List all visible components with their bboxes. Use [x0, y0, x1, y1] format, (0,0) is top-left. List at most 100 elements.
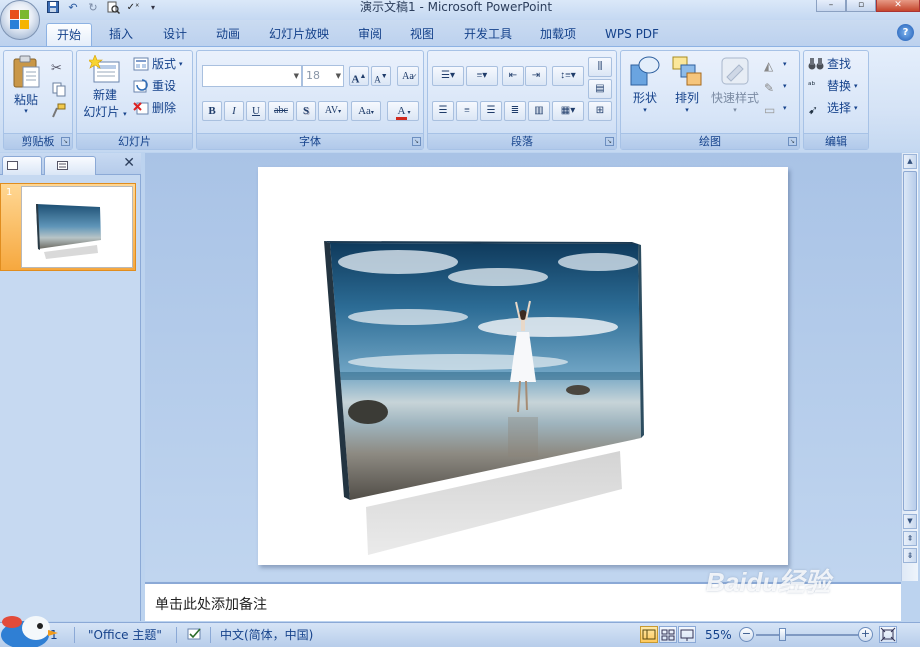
align-text-button[interactable]: ▤ — [588, 79, 612, 99]
print-preview-icon[interactable] — [106, 1, 120, 14]
tab-addins[interactable]: 加载项 — [530, 23, 586, 46]
help-icon[interactable]: ? — [897, 24, 914, 41]
shrink-font-button[interactable]: A▼ — [371, 66, 391, 86]
paragraph-launcher-icon[interactable]: ↘ — [605, 137, 614, 146]
new-slide-button[interactable]: 新建 幻灯片 ▾ — [81, 55, 129, 120]
tab-slideshow[interactable]: 幻灯片放映 — [260, 23, 338, 46]
columns-button[interactable]: ▦▾ — [552, 101, 584, 121]
align-right-button[interactable]: ☰ — [480, 101, 502, 121]
shape-fill-button[interactable]: ◭ ▾ — [764, 54, 787, 74]
slide-photo-3d[interactable] — [258, 167, 788, 565]
justify-button[interactable]: ≣ — [504, 101, 526, 121]
clipboard-launcher-icon[interactable]: ↘ — [61, 137, 70, 146]
align-center-button[interactable]: ≡ — [456, 101, 478, 121]
close-pane-icon[interactable]: ✕ — [123, 155, 135, 171]
previous-slide-icon[interactable]: ⇞ — [903, 531, 917, 546]
redo-icon[interactable]: ↻ — [86, 1, 100, 14]
font-name-dropdown-icon[interactable]: ▼ — [294, 66, 299, 86]
zoom-out-icon[interactable]: − — [739, 627, 754, 642]
office-button[interactable] — [0, 0, 40, 40]
font-size-combo[interactable]: 18 ▼ — [302, 65, 344, 87]
line-spacing-button[interactable]: ↕≡▾ — [552, 66, 584, 86]
scroll-thumb[interactable] — [903, 171, 917, 511]
find-button[interactable]: 查找 — [808, 54, 851, 74]
tab-outline[interactable] — [44, 156, 96, 175]
character-spacing-button[interactable]: AV▾ — [318, 101, 348, 121]
replace-button[interactable]: ᵃᵇ 替换 ▾ — [808, 76, 858, 96]
tab-animations[interactable]: 动画 — [206, 23, 250, 46]
slide-sorter-view-icon[interactable] — [659, 626, 677, 643]
shapes-button[interactable]: 形状 ▾ — [625, 55, 665, 114]
tab-developer[interactable]: 开发工具 — [454, 23, 522, 46]
zoom-level[interactable]: 55% — [705, 627, 732, 643]
smartart-button[interactable]: ⊞ — [588, 101, 612, 121]
save-icon[interactable] — [46, 1, 60, 14]
align-left-button[interactable]: ☰ — [432, 101, 454, 121]
cut-button[interactable]: ✂ — [51, 57, 67, 77]
increase-indent-button[interactable]: ⇥ — [525, 66, 547, 86]
spelling-icon[interactable]: ✓ˣ — [126, 1, 140, 14]
tab-view[interactable]: 视图 — [400, 23, 444, 46]
customize-qat-icon[interactable]: ▾ — [146, 1, 160, 14]
tab-home[interactable]: 开始 — [46, 23, 92, 46]
underline-button[interactable]: U — [246, 101, 266, 121]
maximize-button[interactable]: ▫ — [846, 0, 876, 12]
numbering-button[interactable]: ≡▾ — [466, 66, 498, 86]
strikethrough-button[interactable]: abc — [268, 101, 294, 121]
paste-button[interactable]: 粘贴 ▾ — [6, 55, 46, 115]
copy-button[interactable] — [51, 79, 67, 99]
shadow-button[interactable]: S — [296, 101, 316, 121]
bold-button[interactable]: B — [202, 101, 222, 121]
slide-thumbnail-selected[interactable]: 1 — [0, 183, 136, 271]
minimize-button[interactable]: – — [816, 0, 846, 12]
close-button[interactable]: ✕ — [876, 0, 920, 12]
delete-slide-button[interactable]: 删除 — [133, 98, 176, 118]
tab-wps-pdf[interactable]: WPS PDF — [596, 23, 668, 46]
fit-to-window-icon[interactable] — [879, 626, 897, 643]
distributed-button[interactable]: ▥ — [528, 101, 550, 121]
shape-effects-button[interactable]: ▭ ▾ — [764, 98, 787, 118]
tab-design[interactable]: 设计 — [152, 23, 198, 46]
scroll-up-icon[interactable]: ▲ — [903, 154, 917, 169]
vertical-scrollbar[interactable]: ▲ ▼ ⇞ ⇟ — [901, 153, 918, 581]
shape-outline-button[interactable]: ✎ ▾ — [764, 76, 787, 96]
quick-styles-button[interactable]: 快速样式 ▾ — [709, 55, 761, 114]
change-case-button[interactable]: Aa▾ — [351, 101, 381, 121]
undo-icon[interactable]: ↶ — [66, 1, 80, 14]
drawing-launcher-icon[interactable]: ↘ — [788, 137, 797, 146]
font-launcher-icon[interactable]: ↘ — [412, 137, 421, 146]
paste-icon — [13, 55, 40, 88]
current-slide[interactable] — [258, 167, 788, 565]
theme-name[interactable]: "Office 主题" — [88, 627, 162, 643]
reset-button[interactable]: 重设 — [133, 76, 176, 96]
grow-font-button[interactable]: A▲ — [349, 66, 369, 86]
spell-check-icon[interactable] — [186, 627, 204, 643]
font-name-combo[interactable]: ▼ — [202, 65, 302, 87]
italic-button[interactable]: I — [224, 101, 244, 121]
scroll-down-icon[interactable]: ▼ — [903, 514, 917, 529]
slide-thumbnail[interactable] — [21, 186, 133, 268]
bullets-button[interactable]: ☰▾ — [432, 66, 464, 86]
layout-button[interactable]: 版式 ▾ — [133, 54, 183, 74]
format-painter-icon — [52, 103, 66, 118]
font-size-dropdown-icon[interactable]: ▼ — [336, 66, 341, 86]
decrease-indent-button[interactable]: ⇤ — [502, 66, 524, 86]
slide-thumbnail-image — [36, 204, 101, 259]
next-slide-icon[interactable]: ⇟ — [903, 548, 917, 563]
language[interactable]: 中文(简体，中国) — [220, 627, 313, 643]
normal-view-icon[interactable] — [640, 626, 658, 643]
zoom-in-icon[interactable]: + — [858, 627, 873, 642]
clear-format-button[interactable]: Aa̷ — [397, 66, 419, 86]
zoom-slider-track[interactable] — [756, 634, 858, 636]
arrange-button[interactable]: 排列 ▾ — [667, 55, 707, 114]
editing-group-label: 编辑 — [804, 133, 868, 149]
select-button[interactable]: ➹ 选择 ▾ — [808, 98, 858, 118]
slideshow-view-icon[interactable] — [678, 626, 696, 643]
tab-review[interactable]: 审阅 — [348, 23, 392, 46]
tab-insert[interactable]: 插入 — [100, 23, 142, 46]
zoom-slider-thumb[interactable] — [779, 628, 786, 641]
tab-slides-thumbnails[interactable] — [2, 156, 42, 175]
format-painter-button[interactable] — [51, 101, 67, 121]
text-direction-button[interactable]: ⫼ — [588, 57, 612, 77]
font-color-button[interactable]: A ▾ — [387, 101, 419, 121]
